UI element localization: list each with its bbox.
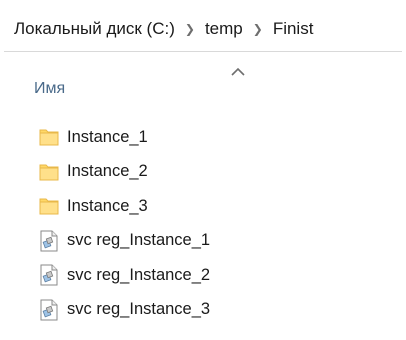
address-bar[interactable]: Локальный диск (C:) ❯ temp ❯ Finist	[4, 6, 402, 52]
breadcrumb-finist[interactable]: Finist	[273, 19, 314, 39]
registry-file-icon	[38, 264, 60, 286]
registry-file-icon	[38, 299, 60, 321]
registry-file-icon	[38, 230, 60, 252]
file-name: Instance_2	[67, 162, 148, 181]
list-item[interactable]: svc reg_Instance_1	[38, 224, 368, 259]
column-header-name[interactable]: Имя	[24, 66, 354, 106]
list-item[interactable]: svc reg_Instance_3	[38, 293, 368, 328]
file-name: svc reg_Instance_1	[67, 231, 211, 250]
breadcrumb-local-disk[interactable]: Локальный диск (C:)	[14, 19, 175, 39]
chevron-right-icon[interactable]: ❯	[185, 23, 195, 35]
file-name: Instance_1	[67, 127, 148, 146]
sort-ascending-caret-icon	[231, 67, 245, 76]
list-item[interactable]: Instance_3	[38, 189, 368, 224]
file-name: Instance_3	[67, 196, 148, 215]
file-explorer-window: Локальный диск (C:) ❯ temp ❯ Finist Имя …	[0, 0, 406, 340]
file-name: svc reg_Instance_2	[67, 265, 211, 284]
folder-icon	[38, 126, 60, 148]
column-header-label: Имя	[34, 80, 66, 97]
file-name: svc reg_Instance_3	[67, 300, 211, 319]
chevron-right-icon[interactable]: ❯	[253, 23, 263, 35]
list-item[interactable]: Instance_1	[38, 120, 368, 155]
list-item[interactable]: svc reg_Instance_2	[38, 258, 368, 293]
list-item[interactable]: Instance_2	[38, 155, 368, 190]
folder-icon	[38, 195, 60, 217]
folder-icon	[38, 161, 60, 183]
file-list: Instance_1 Instance_2 Instance_3 svc reg…	[38, 120, 368, 327]
breadcrumb-temp[interactable]: temp	[205, 19, 243, 39]
